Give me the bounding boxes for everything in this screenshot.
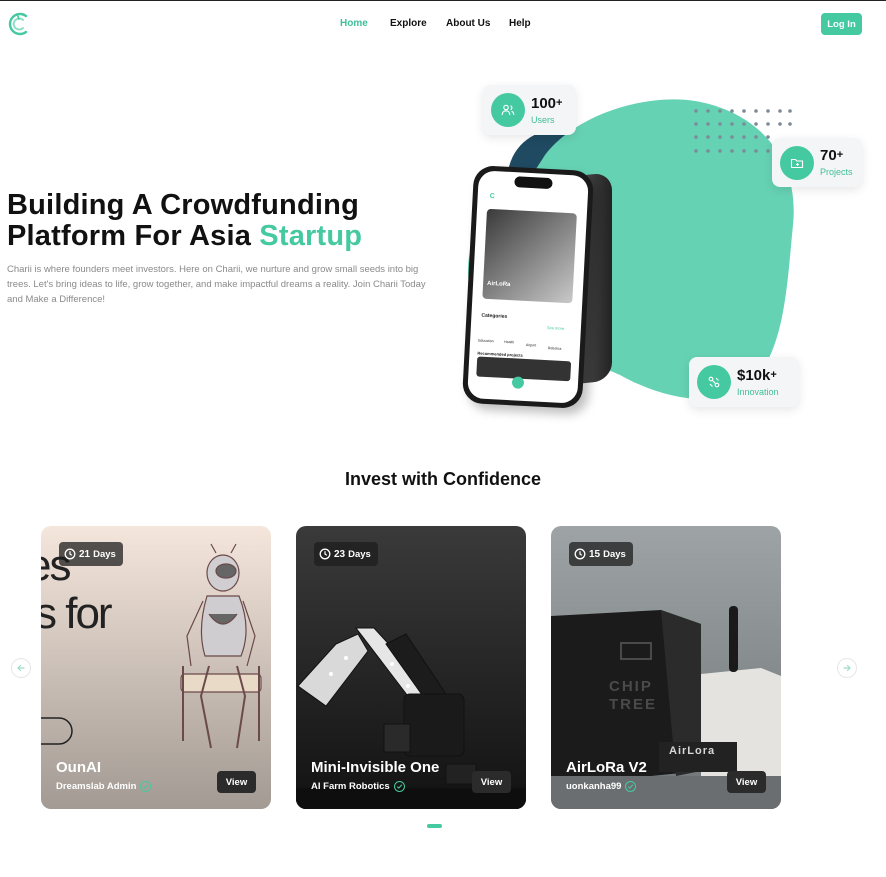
nav-link-about-us[interactable]: About Us	[446, 18, 490, 29]
phone-category-airport: Airport	[525, 342, 537, 348]
stat-label-innovation: Innovation	[737, 386, 779, 397]
days-count: 15	[589, 548, 601, 560]
card-owner: Dreamslab Admin	[56, 781, 152, 792]
days-count: 21	[79, 548, 91, 560]
days-label: Days	[603, 548, 626, 560]
arrow-left-icon	[17, 664, 25, 672]
project-card-ounai[interactable]: es s for 21 Days OunAI Dreamslab Admin V…	[41, 526, 271, 809]
card-title: OunAI	[56, 759, 101, 776]
phone-project-title: AirLoRa	[486, 280, 511, 289]
verified-icon	[625, 781, 637, 792]
folder-icon	[780, 145, 814, 180]
days-label: Days	[348, 548, 371, 560]
hero-title-line1: Building A Crowdfunding	[7, 189, 359, 221]
carousel-next-button[interactable]	[837, 658, 857, 678]
days-badge: 23 Days	[314, 542, 378, 566]
hero-description: Charii is where founders meet investors.…	[7, 264, 426, 305]
arrow-right-icon	[843, 664, 851, 672]
days-badge: 15 Days	[569, 542, 633, 566]
card-title: AirLoRa V2	[566, 759, 647, 776]
phone-logo-icon: C	[489, 192, 495, 201]
nav-link-help[interactable]: Help	[509, 18, 531, 29]
stat-text-projects: 70+ Projects	[820, 147, 853, 178]
stat-card-users: 100+ Users	[483, 85, 576, 135]
clock-icon	[64, 548, 76, 560]
carousel-prev-button[interactable]	[11, 658, 31, 678]
section-title: Invest with Confidence	[344, 469, 542, 489]
stat-value-innovation: $10k+	[737, 366, 777, 384]
stat-label-users: Users	[531, 114, 555, 125]
phone-category-education: Education	[478, 338, 494, 344]
days-label: Days	[93, 548, 116, 560]
stat-text-innovation: $10k+ Innovation	[737, 367, 779, 398]
verified-icon	[140, 781, 152, 792]
card-owner-name: Dreamslab Admin	[56, 781, 137, 792]
phone-project-image	[482, 208, 577, 304]
hero-title: Building A Crowdfunding Platform For Asi…	[7, 190, 427, 252]
phone-category-health: Health	[503, 339, 515, 345]
card-device-label: AirLora	[669, 745, 716, 757]
card-owner-name: AI Farm Robotics	[311, 781, 390, 792]
phone-add-button	[511, 376, 525, 389]
hero-title-line2: Platform For Asia	[7, 220, 260, 252]
phone-notch	[514, 176, 553, 190]
hero-title-accent: Startup	[259, 220, 363, 252]
stat-label-projects: Projects	[820, 167, 853, 177]
view-button[interactable]: View	[472, 771, 511, 793]
stat-text-users: 100+ Users	[531, 95, 562, 126]
phone-category-robotics: Robotics	[547, 346, 562, 351]
main-nav: Home Explore About Us Help	[0, 18, 886, 32]
card-owner: AI Farm Robotics	[311, 781, 405, 792]
phone-categories-heading: Categories	[481, 312, 508, 320]
card-box-label: CHIP TREE	[609, 678, 658, 713]
phone-mockup: C AirLoRa Categories See more Education …	[461, 165, 595, 409]
card-title: Mini-Invisible One	[311, 759, 440, 776]
nav-link-explore[interactable]: Explore	[390, 18, 427, 29]
verified-icon	[393, 781, 405, 792]
card-owner-name: uonkanha99	[566, 781, 622, 792]
view-button[interactable]: View	[727, 771, 766, 793]
card-owner: uonkanha99	[566, 781, 637, 792]
stat-value-projects: 70+	[820, 147, 844, 164]
nav-link-home[interactable]: Home	[340, 18, 368, 29]
project-card-airlora-v2[interactable]: CHIP TREE AirLora 15 Days AirLoRa V2 uon…	[551, 526, 781, 809]
top-border	[0, 0, 886, 1]
stat-card-projects: 70+ Projects	[772, 138, 862, 187]
days-badge: 21 Days	[59, 542, 123, 566]
users-icon	[491, 93, 525, 127]
clock-icon	[319, 548, 331, 560]
phone-see-more: See more	[546, 325, 565, 331]
stat-card-innovation: $10k+ Innovation	[689, 357, 799, 407]
login-button[interactable]: Log In	[821, 13, 862, 35]
stat-value-users: 100+	[531, 94, 563, 112]
phone-screen: C AirLoRa Categories See more Education …	[467, 170, 589, 404]
carousel-pager-indicator[interactable]	[427, 824, 442, 828]
view-button[interactable]: View	[217, 771, 256, 793]
phone-recommended-image	[476, 356, 572, 382]
innovation-icon	[697, 365, 731, 399]
card-bg-text-2: s for	[41, 589, 113, 638]
clock-icon	[574, 548, 586, 560]
days-count: 23	[334, 548, 346, 560]
project-card-mini-invisible-one[interactable]: 23 Days Mini-Invisible One AI Farm Robot…	[296, 526, 526, 809]
